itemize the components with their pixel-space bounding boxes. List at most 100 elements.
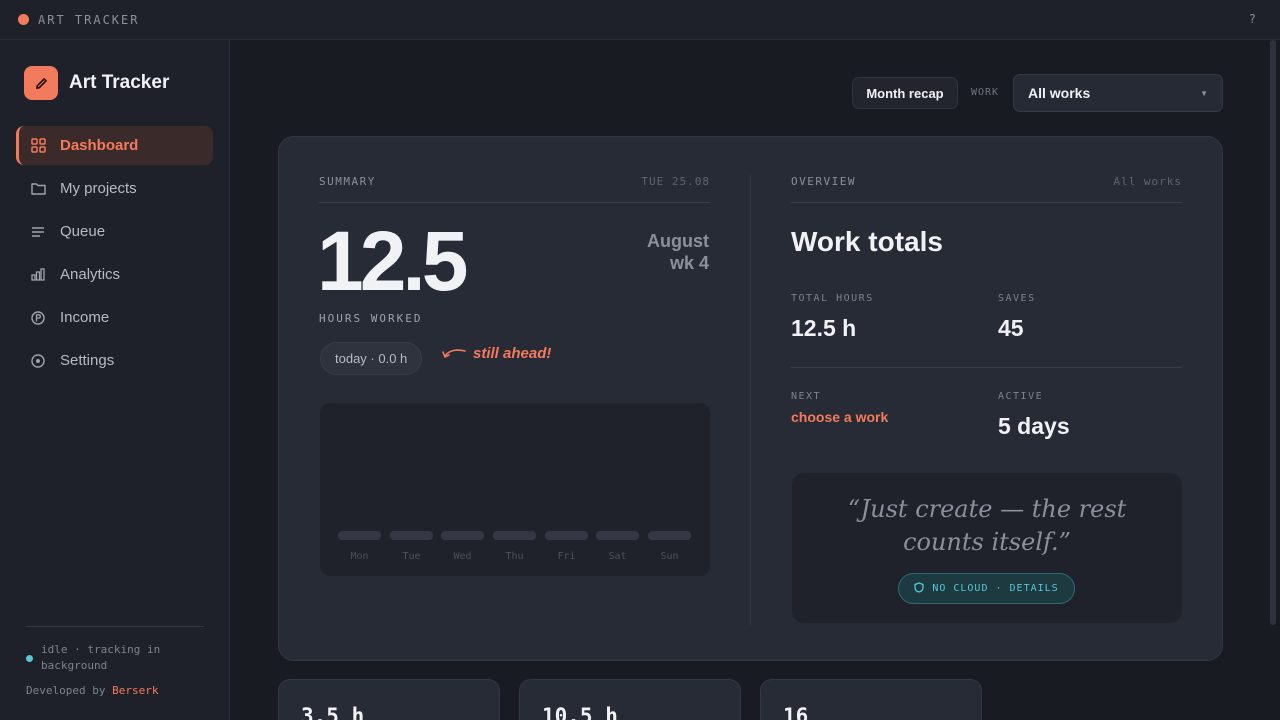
developer-credit: Developed by Berserk [26, 684, 158, 697]
summary-header: SUMMARY TUE 25.08 [319, 175, 710, 203]
stat-card: 3.5 h [278, 679, 500, 720]
no-cloud-badge[interactable]: NO CLOUD · DETAILS [898, 573, 1075, 604]
sidebar-divider [26, 626, 204, 627]
tracking-status: idle · tracking in background [26, 642, 206, 674]
day-column: Fri [545, 531, 588, 562]
stat-card: 10.5 h [519, 679, 741, 720]
help-button[interactable]: ? [1249, 12, 1256, 26]
day-column: Tue [390, 531, 433, 562]
hours-worked-label: HOURS WORKED [319, 312, 423, 325]
summary-date: TUE 25.08 [641, 175, 710, 188]
sidebar-item-label: Analytics [60, 266, 121, 283]
developed-by-label: Developed by [26, 684, 106, 697]
sidebar-item-analytics[interactable]: Analytics [16, 255, 213, 294]
stat-card-value: 10.5 h [542, 704, 618, 720]
day-bar [338, 531, 381, 540]
sidebar-item-label: Queue [60, 223, 106, 240]
day-column: Sat [596, 531, 639, 562]
day-column: Mon [338, 531, 381, 562]
day-column: Thu [493, 531, 536, 562]
choose-work-link[interactable]: choose a work [791, 409, 888, 425]
folder-icon [30, 181, 46, 197]
weekly-hours-chart: Mon Tue Wed Thu Fri Sat Sun [320, 403, 710, 576]
chevron-down-icon: ▼ [1200, 88, 1208, 98]
stat-card-value: 16 [783, 704, 809, 720]
page-scrollbar[interactable] [1270, 40, 1276, 625]
app-status-dot [18, 14, 29, 25]
status-dot [26, 655, 33, 662]
month-recap-button[interactable]: Month recap [852, 77, 958, 109]
day-bar [596, 531, 639, 540]
dashboard-card: SUMMARY TUE 25.08 12.5 August wk 4 HOURS… [278, 136, 1223, 661]
day-label: Thu [505, 551, 524, 562]
stat-card: 16 [760, 679, 982, 720]
overview-filter: All works [1113, 175, 1182, 188]
next-label: NEXT [791, 391, 822, 402]
work-select[interactable]: All works ▼ [1013, 74, 1223, 112]
overview-divider [791, 367, 1182, 368]
overview-header: OVERVIEW All works [791, 175, 1182, 203]
saves-value: 45 [998, 315, 1024, 341]
day-column: Wed [441, 531, 484, 562]
quote-box: “Just create — the rest counts itself.” … [792, 473, 1182, 623]
no-cloud-text: NO CLOUD · DETAILS [932, 583, 1059, 594]
still-ahead-note: still ahead! [441, 345, 551, 362]
coin-icon [30, 310, 46, 326]
day-bar [545, 531, 588, 540]
curved-arrow-icon [442, 348, 466, 358]
day-label: Tue [402, 551, 421, 562]
sidebar-item-label: Dashboard [60, 137, 139, 154]
gear-icon [30, 353, 46, 369]
sidebar-item-queue[interactable]: Queue [16, 212, 213, 251]
day-bar [441, 531, 484, 540]
total-hours-label: TOTAL HOURS [791, 293, 874, 304]
overview-title: Work totals [791, 226, 943, 257]
overview-label: OVERVIEW [791, 175, 856, 188]
day-label: Mon [350, 551, 369, 562]
status-text: idle · tracking in background [41, 643, 161, 672]
day-column: Sun [648, 531, 691, 562]
pencil-icon [24, 66, 58, 100]
bar-chart-icon [30, 267, 46, 283]
period-week: wk 4 [669, 253, 709, 273]
sidebar-item-label: Settings [60, 352, 115, 369]
hours-worked-value: 12.5 [317, 214, 468, 308]
sidebar-item-my-projects[interactable]: My projects [16, 169, 213, 208]
sidebar-item-dashboard[interactable]: Dashboard [16, 126, 213, 165]
summary-label: SUMMARY [319, 175, 376, 188]
list-icon [30, 224, 46, 240]
active-label: ACTIVE [998, 391, 1044, 402]
day-label: Sun [660, 551, 679, 562]
author-link[interactable]: Berserk [112, 684, 158, 697]
sidebar-nav: Dashboard My projects Queue Analytics In… [16, 126, 213, 384]
sidebar: Art Tracker Dashboard My projects Queue … [0, 40, 230, 720]
saves-label: SAVES [998, 293, 1036, 304]
section-divider [750, 175, 751, 625]
total-hours-value: 12.5 h [791, 315, 857, 341]
sidebar-item-income[interactable]: Income [16, 298, 213, 337]
day-bar [390, 531, 433, 540]
period-month: August [647, 231, 709, 251]
shield-icon [914, 581, 924, 596]
work-filter-label: WORK [971, 87, 1000, 98]
day-label: Fri [557, 551, 576, 562]
brand[interactable]: Art Tracker [24, 66, 169, 100]
sidebar-item-label: Income [60, 309, 110, 326]
sidebar-item-settings[interactable]: Settings [16, 341, 213, 380]
motivational-quote: “Just create — the rest counts itself.” [847, 495, 1127, 556]
top-bar: ART TRACKER ? [0, 0, 1280, 40]
app-name: ART TRACKER [38, 12, 140, 27]
period-label: August wk 4 [647, 230, 709, 274]
today-hours-pill: today · 0.0 h [320, 342, 423, 375]
day-bar [493, 531, 536, 540]
work-select-value: All works [1028, 85, 1091, 101]
active-value: 5 days [998, 413, 1070, 439]
still-ahead-text: still ahead! [473, 345, 552, 362]
grid-icon [30, 138, 46, 154]
day-bar [648, 531, 691, 540]
sidebar-item-label: My projects [60, 180, 137, 197]
brand-title: Art Tracker [69, 72, 170, 93]
stat-card-value: 3.5 h [301, 704, 365, 720]
day-label: Wed [453, 551, 472, 562]
day-label: Sat [608, 551, 627, 562]
